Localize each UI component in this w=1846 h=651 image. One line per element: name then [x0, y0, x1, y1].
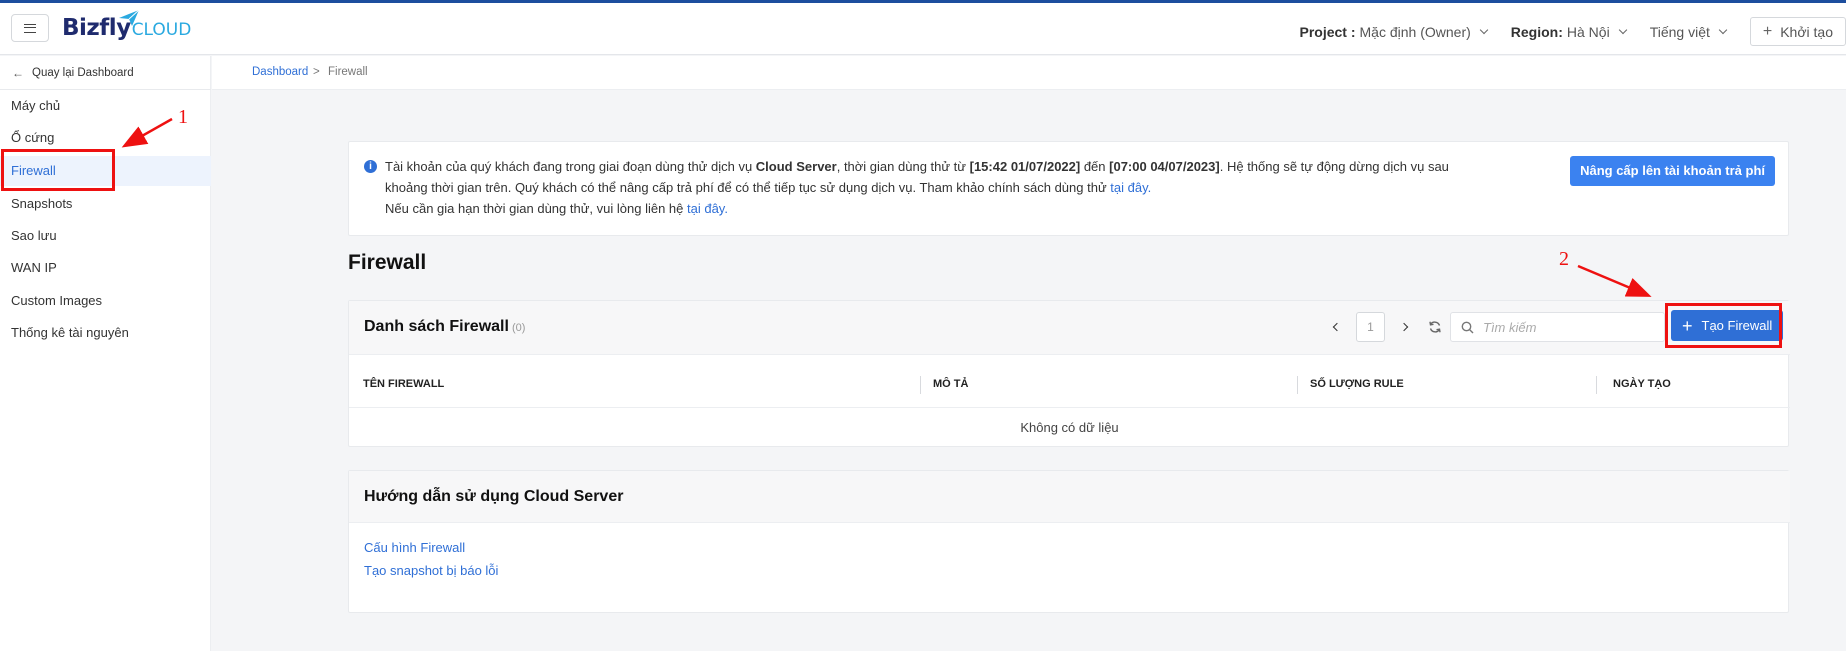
firewall-count-badge: (0) [511, 322, 526, 334]
project-label: Project : [1299, 23, 1356, 40]
column-header-name[interactable]: TÊN FIREWALL [363, 378, 444, 390]
breadcrumb-separator: > [313, 66, 320, 78]
contact-link[interactable]: tại đây. [687, 201, 728, 216]
hamburger-menu-button[interactable] [11, 14, 49, 42]
notice-trial-end: [07:00 04/07/2023] [1109, 159, 1220, 174]
chevron-down-icon [1718, 25, 1728, 34]
plus-icon: + [1762, 22, 1773, 40]
region-label: Region: [1510, 23, 1563, 40]
breadcrumb: Dashboard > Firewall [212, 56, 1846, 90]
notice-trial-start: [15:42 01/07/2022] [969, 159, 1081, 174]
breadcrumb-dashboard-link[interactable]: Dashboard [252, 66, 308, 78]
sidebar-item-snapshots[interactable]: Snapshots [0, 189, 211, 219]
column-divider [1297, 376, 1298, 394]
current-page-number[interactable]: 1 [1356, 312, 1385, 342]
notice-text: Tài khoản của quý khách đang trong giai … [385, 156, 1465, 219]
chevron-right-icon [1399, 322, 1409, 332]
firewall-list-card: Danh sách Firewall(0) 1 + Tạo Firewall T… [348, 300, 1790, 447]
bizfly-cloud-logo[interactable]: Bizfly CLOUD [62, 9, 192, 45]
header-right-controls: Project : Mặc định (Owner) Region: Hà Nộ… [1300, 17, 1846, 46]
notice-text-segment: . Hệ thống sẽ tự động dừng dịch vụ sau [1219, 159, 1449, 174]
firewall-list-header: Danh sách Firewall(0) 1 + Tạo Firewall [349, 301, 1790, 355]
language-selector[interactable]: Tiếng việt [1649, 23, 1728, 40]
back-to-dashboard-link[interactable]: ← Quay lại Dashboard [12, 66, 134, 80]
upgrade-account-button[interactable]: Nâng cấp lên tài khoản trả phí [1570, 156, 1775, 186]
notice-text-segment: đến [1080, 159, 1110, 174]
back-link-label: Quay lại Dashboard [32, 67, 134, 79]
page-title: Firewall [348, 251, 427, 274]
firewall-list-title: Danh sách Firewall (0) [364, 318, 525, 336]
notice-text-segment: Nếu cần gia hạn thời gian dùng thử, vui … [385, 201, 687, 216]
notice-text-segment: , thời gian dùng thử từ [836, 159, 970, 174]
annotation-label-2: 2 [1559, 248, 1569, 270]
project-selector[interactable]: Project : Mặc định (Owner) [1299, 23, 1489, 40]
table-header: TÊN FIREWALL MÔ TẢ SỐ LƯỢNG RULE NGÀY TẠ… [349, 356, 1790, 408]
notice-line-3: Nếu cần gia hạn thời gian dùng thử, vui … [385, 198, 1465, 219]
create-resource-button[interactable]: + Khởi tạo [1749, 17, 1846, 46]
region-value: Hà Nội [1566, 23, 1610, 40]
notice-text-segment: Tài khoản của quý khách đang trong giai … [385, 159, 756, 174]
search-icon [1461, 321, 1474, 334]
region-selector[interactable]: Region: Hà Nội [1510, 23, 1627, 40]
column-divider [920, 376, 921, 394]
info-icon: i [364, 160, 377, 173]
column-header-description[interactable]: MÔ TẢ [933, 378, 968, 390]
annotation-box-2 [1665, 303, 1782, 348]
refresh-icon [1429, 321, 1441, 333]
guide-header: Hướng dẫn sử dụng Cloud Server [349, 471, 1790, 523]
list-title-text: Danh sách Firewall [364, 318, 509, 335]
next-page-button[interactable] [1391, 312, 1417, 342]
search-input[interactable] [1483, 313, 1658, 341]
paper-plane-icon [119, 9, 140, 26]
guide-link-firewall-config[interactable]: Cấu hình Firewall [364, 540, 465, 555]
usage-guide-card: Hướng dẫn sử dụng Cloud Server Cấu hình … [348, 470, 1790, 613]
search-box [1450, 312, 1665, 342]
column-header-created-date[interactable]: NGÀY TẠO [1613, 378, 1671, 390]
prev-page-button[interactable] [1324, 312, 1350, 342]
sidebar: ← Quay lại Dashboard Máy chủ Ổ cứng Fire… [0, 56, 211, 651]
column-divider [1596, 376, 1597, 394]
notice-line-2: khoảng thời gian trên. Quý khách có thể … [385, 177, 1465, 198]
pagination: 1 [1324, 312, 1449, 342]
hamburger-icon [24, 23, 36, 33]
annotation-arrow-2 [1577, 264, 1652, 297]
notice-text-segment: khoảng thời gian trên. Quý khách có thể … [385, 180, 1111, 195]
column-header-rule-count[interactable]: SỐ LƯỢNG RULE [1310, 378, 1404, 390]
notice-service-name: Cloud Server [755, 159, 837, 174]
chevron-down-icon [1618, 25, 1627, 34]
notice-line-1: Tài khoản của quý khách đang trong giai … [385, 156, 1465, 177]
annotation-label-1: 1 [178, 106, 188, 128]
guide-title: Hướng dẫn sử dụng Cloud Server [364, 488, 624, 505]
refresh-button[interactable] [1421, 312, 1449, 342]
arrow-left-icon: ← [12, 66, 24, 80]
guide-link-snapshot-error[interactable]: Tạo snapshot bị báo lỗi [364, 563, 498, 578]
project-value: Mặc định (Owner) [1359, 23, 1471, 40]
sidebar-item-backup[interactable]: Sao lưu [0, 221, 211, 251]
chevron-down-icon [1479, 25, 1489, 34]
chevron-left-icon [1332, 322, 1342, 332]
annotation-box-1 [1, 149, 115, 191]
sidebar-divider [0, 89, 211, 90]
create-button-label: Khởi tạo [1780, 23, 1833, 40]
trial-policy-link[interactable]: tại đây. [1110, 180, 1151, 195]
breadcrumb-current: Firewall [328, 66, 368, 78]
trial-notice-banner: i Tài khoản của quý khách đang trong gia… [348, 141, 1789, 236]
sidebar-item-custom-images[interactable]: Custom Images [0, 286, 211, 316]
empty-table-message: Không có dữ liệu [1020, 420, 1119, 435]
logo-text-sub: CLOUD [131, 20, 192, 40]
sidebar-item-resource-stats[interactable]: Thống kê tài nguyên [0, 318, 211, 348]
sidebar-item-wan-ip[interactable]: WAN IP [0, 253, 211, 283]
top-header: Bizfly CLOUD Project : Mặc định (Owner) … [0, 3, 1846, 55]
language-value: Tiếng việt [1649, 23, 1710, 40]
